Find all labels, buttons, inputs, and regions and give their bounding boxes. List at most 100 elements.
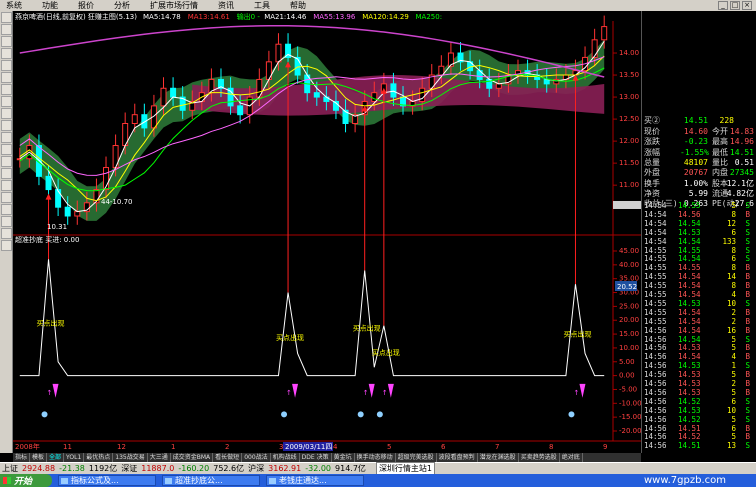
- arrow-up-icon: ↑: [286, 389, 292, 397]
- toolbar-button[interactable]: [1, 144, 12, 155]
- toolbar-button[interactable]: [1, 180, 12, 191]
- toolbar-button[interactable]: [1, 192, 12, 203]
- signal-dot-icon: [357, 411, 364, 418]
- price-tick: 12.00: [619, 137, 639, 145]
- menu-item-0[interactable]: 系统: [6, 0, 22, 11]
- buy-signal-label: 买点出现: [563, 329, 591, 338]
- toolbar-button[interactable]: [1, 120, 12, 131]
- task-item-3[interactable]: 老钱庄通达...: [266, 475, 364, 486]
- task-item-1[interactable]: 指标公式及...: [58, 475, 156, 486]
- month-label: 1: [171, 443, 175, 451]
- toolbar-button[interactable]: [1, 84, 12, 95]
- quote-value: 14.96: [729, 137, 754, 147]
- formula-tab-8[interactable]: 看长做短: [213, 453, 243, 462]
- toolbar-button[interactable]: [1, 36, 12, 47]
- formula-tab-10[interactable]: 机构战线: [271, 453, 300, 462]
- tick-volume: 10: [726, 405, 736, 415]
- tick-volume: 2: [731, 316, 736, 326]
- quote-row: 涨幅 -1.55% 最低 14.51: [644, 148, 754, 158]
- menu-item-2[interactable]: 报价: [78, 0, 94, 11]
- menu-item-5[interactable]: 资讯: [218, 0, 234, 11]
- tick-row: 14:55 14.54 6 S: [644, 254, 754, 263]
- toolbar-button[interactable]: [1, 60, 12, 71]
- formula-tab-3[interactable]: YOL1: [64, 453, 85, 462]
- close-button[interactable]: ×: [742, 1, 752, 10]
- toolbar-button[interactable]: [1, 24, 12, 35]
- formula-tab-9[interactable]: 000战法: [242, 453, 271, 462]
- toolbar-button[interactable]: [1, 204, 12, 215]
- tick-time: 14:56: [644, 423, 667, 433]
- formula-tab-2[interactable]: 全部: [47, 453, 65, 462]
- low-annotation: 44-10.70: [101, 198, 132, 206]
- tick-row: 14:54 14.53 6 S: [644, 228, 754, 237]
- formula-tab-1[interactable]: 模板: [30, 453, 48, 462]
- menu-item-7[interactable]: 帮助: [290, 0, 306, 11]
- formula-tab-5[interactable]: 135战交易: [113, 453, 148, 462]
- quote-row: 换手 1.00% 股本 12.1亿: [644, 179, 754, 189]
- formula-tab-14[interactable]: 超级完美选股: [396, 453, 437, 462]
- ma-legend-1: MA13:14.61: [188, 13, 230, 21]
- formula-tab-7[interactable]: 成交资金BMA: [171, 453, 214, 462]
- chart-area[interactable]: 买点出现 ↑ 买点出现 ↑ 买点出现 ↑ 买点出现 ↑ 买点出现 ↑ 14.00 13.50 13.0…: [13, 11, 642, 453]
- tick-volume: 2: [731, 379, 736, 388]
- tick-row: 14:55 14.54 2 B: [644, 308, 754, 317]
- tick-price: 14.54: [678, 325, 701, 335]
- windows-logo-icon: [3, 477, 11, 484]
- formula-tab-13[interactable]: 换手动态移动: [355, 453, 396, 462]
- toolbar-button[interactable]: [1, 96, 12, 107]
- toolbar-button[interactable]: [1, 228, 12, 239]
- formula-tab-15[interactable]: 波段看盘预判: [437, 453, 478, 462]
- tick-row: 14:54 14.55 5 S: [644, 201, 754, 210]
- kline-chart[interactable]: 买点出现 ↑ 买点出现 ↑ 买点出现 ↑ 买点出现 ↑ 买点出现 ↑ 14.00 13.50 13.0…: [13, 11, 642, 453]
- toolbar-button[interactable]: [1, 12, 12, 23]
- start-label: 开始: [14, 477, 33, 487]
- tick-side: B: [745, 209, 750, 219]
- left-toolbar: [0, 11, 13, 453]
- formula-tab-0[interactable]: 指标: [13, 453, 31, 462]
- formula-tab-11[interactable]: DDE 决策: [300, 453, 332, 462]
- formula-tab-12[interactable]: 黄金坑: [332, 453, 355, 462]
- quote-label: 现价: [644, 127, 660, 136]
- tick-volume: 5: [731, 414, 736, 424]
- tick-price: 14.54: [678, 236, 701, 246]
- task-item-2[interactable]: 超准抄底公...: [162, 475, 260, 486]
- formula-tab-6[interactable]: 大三通: [148, 453, 171, 462]
- tick-volume: 10: [726, 298, 736, 308]
- toolbar-button[interactable]: [1, 168, 12, 179]
- tick-volume: 6: [731, 254, 736, 264]
- toolbar-button[interactable]: [1, 108, 12, 119]
- tick-row: 14:56 14.51 13 S: [644, 441, 754, 450]
- toolbar-button[interactable]: [1, 132, 12, 143]
- tick-time: 14:56: [644, 334, 667, 344]
- menu-item-1[interactable]: 功能: [42, 0, 58, 11]
- toolbar-button[interactable]: [1, 72, 12, 83]
- toolbar-button[interactable]: [1, 216, 12, 227]
- menu-item-6[interactable]: 工具: [254, 0, 270, 11]
- start-button[interactable]: 开始: [0, 474, 52, 487]
- formula-tab-16[interactable]: 潜龙在渊选股: [478, 453, 519, 462]
- tick-row: 14:56 14.52 6 S: [644, 397, 754, 406]
- menu-item-3[interactable]: 分析: [114, 0, 130, 11]
- indicator-tick: -10.00: [619, 399, 641, 407]
- toolbar-button[interactable]: [1, 48, 12, 59]
- tick-volume: 5: [731, 343, 736, 353]
- tick-price: 14.53: [678, 370, 701, 380]
- candle-body: [294, 56, 301, 76]
- formula-tab-18[interactable]: 绝对底: [560, 453, 583, 462]
- tick-price: 14.53: [678, 343, 701, 353]
- ma-legend-2: 输出0 -: [237, 12, 261, 21]
- menu-item-4[interactable]: 扩展市场行情: [150, 0, 198, 11]
- tick-volume: 5: [731, 334, 736, 344]
- toolbar-button[interactable]: [1, 156, 12, 167]
- formula-tab-17[interactable]: 买卖趋势选股: [519, 453, 560, 462]
- month-label: 2: [225, 443, 229, 451]
- toolbar-button[interactable]: [1, 240, 12, 251]
- maximize-button[interactable]: □: [730, 1, 740, 10]
- quote-label: 内盘: [712, 168, 728, 178]
- tick-time: 14:54: [644, 236, 667, 246]
- minimize-button[interactable]: _: [718, 1, 728, 10]
- candle-body: [64, 206, 71, 217]
- sh-label: 上证: [2, 464, 18, 473]
- watermark: www.7gpzb.com: [644, 475, 726, 486]
- formula-tab-4[interactable]: 最优热点: [84, 453, 114, 462]
